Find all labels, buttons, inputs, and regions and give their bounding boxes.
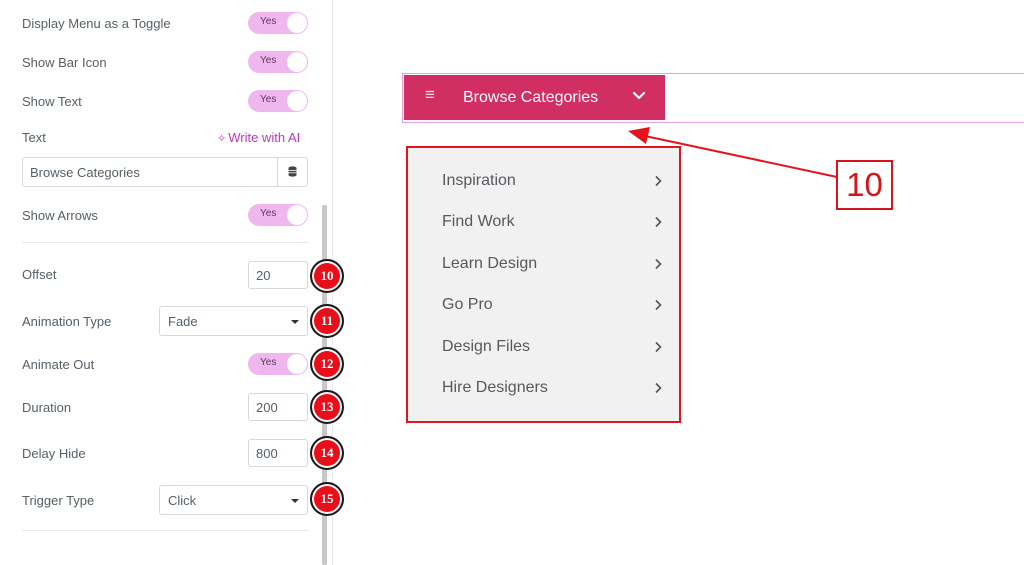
chevron-right-icon — [655, 382, 662, 394]
database-icon — [288, 166, 297, 177]
chevron-right-icon — [655, 341, 662, 353]
toggle-state: Yes — [260, 357, 277, 368]
offset-value: 20 — [256, 268, 271, 283]
annotation-callout: 10 — [836, 160, 893, 210]
chevron-right-icon — [655, 216, 662, 228]
sparkle-icon: ✧ — [217, 133, 227, 145]
caret-down-icon — [291, 499, 299, 503]
write-with-ai-link[interactable]: ✧ Write with AI — [217, 130, 300, 145]
write-with-ai-label: Write with AI — [228, 130, 301, 145]
menu-item-label: Go Pro — [442, 296, 493, 313]
annotation-badge: 14 — [310, 436, 344, 470]
toggle-state: Yes — [260, 94, 277, 105]
caret-down-icon — [291, 320, 299, 324]
menu-item-find-work[interactable]: Find Work — [442, 213, 662, 237]
show-arrows-switch[interactable]: Yes — [248, 204, 308, 226]
settings-panel: Display Menu as a Toggle Yes Show Bar Ic… — [0, 0, 333, 565]
text-input-value: Browse Categories — [30, 165, 140, 180]
delay-hide-label: Delay Hide — [22, 446, 86, 461]
toggle-knob — [287, 354, 307, 374]
offset-input[interactable]: 20 — [248, 261, 308, 289]
animate-out-switch[interactable]: Yes — [248, 353, 308, 375]
trigger-type-value: Click — [168, 493, 197, 508]
show-text-label: Show Text — [22, 94, 82, 109]
display-menu-toggle-switch[interactable]: Yes — [248, 12, 308, 34]
toggle-knob — [287, 205, 307, 225]
animation-type-label: Animation Type — [22, 314, 112, 329]
dynamic-tags-button[interactable] — [277, 158, 307, 186]
annotation-badge: 10 — [310, 259, 344, 293]
trigger-type-select[interactable]: Click — [159, 485, 308, 515]
annotation-badge: 12 — [310, 347, 344, 381]
show-text-switch[interactable]: Yes — [248, 90, 308, 112]
menu-item-label: Find Work — [442, 213, 515, 230]
toggle-state: Yes — [260, 208, 277, 219]
duration-input[interactable]: 200 — [248, 393, 308, 421]
browse-categories-label: Browse Categories — [463, 89, 599, 106]
menu-item-learn-design[interactable]: Learn Design — [442, 255, 662, 279]
chevron-right-icon — [655, 258, 662, 270]
section-divider — [22, 530, 308, 531]
menu-item-hire-designers[interactable]: Hire Designers — [442, 379, 662, 403]
annotation-badge: 11 — [310, 304, 344, 338]
toggle-state: Yes — [260, 55, 277, 66]
section-divider — [22, 242, 308, 243]
toggle-knob — [287, 52, 307, 72]
animation-type-value: Fade — [168, 314, 198, 329]
duration-label: Duration — [22, 400, 72, 415]
show-bar-icon-switch[interactable]: Yes — [248, 51, 308, 73]
menu-item-label: Hire Designers — [442, 379, 548, 396]
menu-item-design-files[interactable]: Design Files — [442, 338, 662, 362]
text-label: Text — [22, 130, 46, 145]
annotation-badge: 15 — [310, 482, 344, 516]
duration-value: 200 — [256, 400, 278, 415]
toggle-knob — [287, 13, 307, 33]
hamburger-icon: ≡ — [425, 85, 435, 104]
display-menu-toggle-label: Display Menu as a Toggle — [22, 16, 171, 31]
menu-item-label: Inspiration — [442, 172, 516, 189]
chevron-right-icon — [655, 175, 662, 187]
show-bar-icon-label: Show Bar Icon — [22, 55, 107, 70]
annotation-badge: 13 — [310, 390, 344, 424]
offset-label: Offset — [22, 267, 57, 282]
text-input[interactable]: Browse Categories — [22, 157, 308, 187]
menu-item-inspiration[interactable]: Inspiration — [442, 172, 662, 196]
menu-item-label: Learn Design — [442, 255, 538, 272]
menu-item-go-pro[interactable]: Go Pro — [442, 296, 662, 320]
browse-categories-button[interactable]: ≡ Browse Categories — [404, 75, 665, 120]
delay-hide-input[interactable]: 800 — [248, 439, 308, 467]
animation-type-select[interactable]: Fade — [159, 306, 308, 336]
chevron-right-icon — [655, 299, 662, 311]
animate-out-label: Animate Out — [22, 357, 95, 372]
delay-hide-value: 800 — [256, 446, 278, 461]
menu-item-label: Design Files — [442, 338, 531, 355]
chevron-down-icon — [632, 91, 646, 100]
toggle-state: Yes — [260, 16, 277, 27]
trigger-type-label: Trigger Type — [22, 493, 95, 508]
toggle-knob — [287, 91, 307, 111]
dropdown-menu: Inspiration Find Work Learn Design Go Pr… — [406, 146, 681, 423]
show-arrows-label: Show Arrows — [22, 208, 98, 223]
